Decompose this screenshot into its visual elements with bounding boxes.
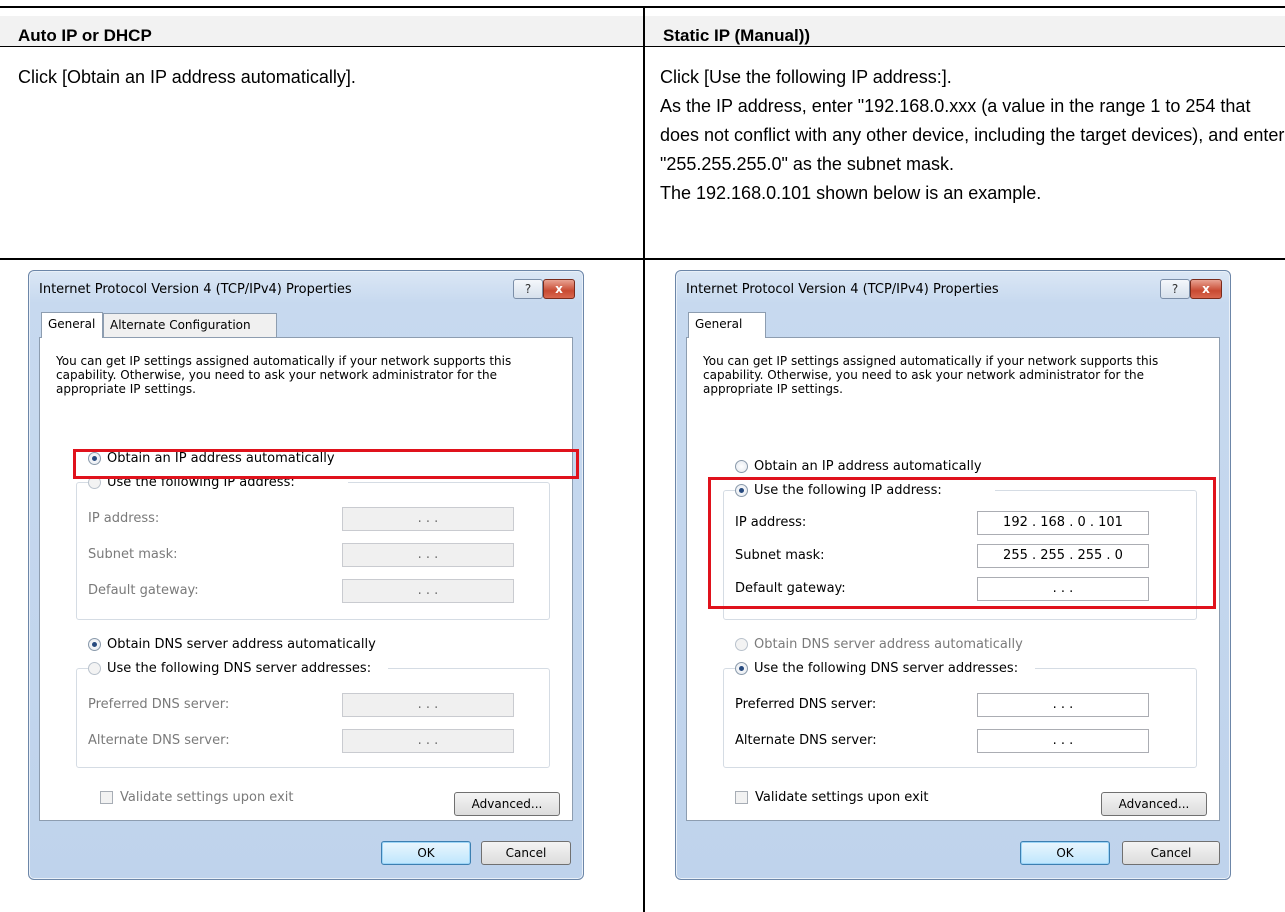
- obtain-dns-label: Obtain DNS server address automatically: [754, 637, 1023, 652]
- help-button[interactable]: ?: [513, 279, 543, 299]
- subnet-mask-label: Subnet mask:: [88, 547, 178, 562]
- cancel-button[interactable]: Cancel: [1122, 841, 1220, 865]
- header-auto-ip: Auto IP or DHCP: [0, 16, 643, 46]
- ip-address-label: IP address:: [88, 511, 160, 526]
- radio-indicator: [735, 662, 748, 675]
- header-static-ip: Static IP (Manual)): [645, 16, 1285, 46]
- dns-group: [723, 668, 1197, 768]
- radio-indicator: [88, 662, 101, 675]
- radio-indicator: [735, 638, 748, 651]
- tab-general[interactable]: General: [41, 312, 103, 338]
- radio-indicator: [735, 460, 748, 473]
- obtain-dns-label: Obtain DNS server address automatically: [107, 637, 376, 652]
- advanced-button[interactable]: Advanced...: [1101, 792, 1207, 816]
- ok-button[interactable]: OK: [1020, 841, 1110, 865]
- advanced-button[interactable]: Advanced...: [454, 792, 560, 816]
- close-icon: x: [1202, 282, 1210, 296]
- validate-checkbox[interactable]: [100, 791, 113, 804]
- alternate-dns-field[interactable]: . . .: [342, 729, 514, 753]
- title-bar: Internet Protocol Version 4 (TCP/IPv4) P…: [29, 271, 583, 305]
- help-button[interactable]: ?: [1160, 279, 1190, 299]
- document: Auto IP or DHCP Static IP (Manual)) Clic…: [0, 0, 1285, 912]
- tab-general[interactable]: General: [688, 312, 766, 338]
- description-line: As the IP address, enter "192.168.0.xxx …: [660, 96, 1285, 174]
- description-line: The 192.168.0.101 shown below is an exam…: [660, 183, 1042, 203]
- close-icon: x: [555, 282, 563, 296]
- description-auto-ip: Click [Obtain an IP address automaticall…: [18, 63, 628, 92]
- help-icon: ?: [524, 282, 532, 296]
- ip-address-field[interactable]: . . .: [342, 507, 514, 531]
- help-icon: ?: [1171, 282, 1179, 296]
- cancel-button[interactable]: Cancel: [481, 841, 571, 865]
- ok-button[interactable]: OK: [381, 841, 471, 865]
- dialog-title: Internet Protocol Version 4 (TCP/IPv4) P…: [686, 282, 999, 297]
- dns-group: [76, 668, 550, 768]
- description-static-ip: Click [Use the following IP address:]. A…: [660, 63, 1285, 208]
- highlight-obtain-ip: [73, 449, 579, 479]
- validate-label: Validate settings upon exit: [755, 790, 929, 805]
- use-dns-label: Use the following DNS server addresses:: [754, 661, 1019, 676]
- subnet-mask-field[interactable]: . . .: [342, 543, 514, 567]
- default-gateway-field[interactable]: . . .: [342, 579, 514, 603]
- close-button[interactable]: x: [1190, 279, 1222, 299]
- column-divider: [643, 6, 645, 912]
- ipv4-properties-dialog-auto: Internet Protocol Version 4 (TCP/IPv4) P…: [28, 270, 584, 880]
- use-dns-radio[interactable]: Use the following DNS server addresses:: [88, 660, 388, 678]
- default-gateway-label: Default gateway:: [88, 583, 199, 598]
- validate-label: Validate settings upon exit: [120, 790, 294, 805]
- general-panel: You can get IP settings assigned automat…: [39, 337, 573, 821]
- description-line: Click [Use the following IP address:].: [660, 67, 952, 87]
- alternate-dns-label: Alternate DNS server:: [735, 733, 877, 748]
- intro-text: You can get IP settings assigned automat…: [703, 354, 1159, 396]
- obtain-ip-label: Obtain an IP address automatically: [754, 459, 982, 474]
- validate-checkbox[interactable]: [735, 791, 748, 804]
- preferred-dns-label: Preferred DNS server:: [735, 697, 877, 712]
- title-bar: Internet Protocol Version 4 (TCP/IPv4) P…: [676, 271, 1230, 305]
- alternate-dns-label: Alternate DNS server:: [88, 733, 230, 748]
- preferred-dns-field[interactable]: . . .: [342, 693, 514, 717]
- preferred-dns-label: Preferred DNS server:: [88, 697, 230, 712]
- description-line: Click [Obtain an IP address automaticall…: [18, 67, 356, 87]
- use-dns-label: Use the following DNS server addresses:: [107, 661, 372, 676]
- dialog-title: Internet Protocol Version 4 (TCP/IPv4) P…: [39, 282, 352, 297]
- alternate-dns-field[interactable]: . . .: [977, 729, 1149, 753]
- preferred-dns-field[interactable]: . . .: [977, 693, 1149, 717]
- radio-indicator: [88, 638, 101, 651]
- tab-alternate-configuration[interactable]: Alternate Configuration: [103, 313, 277, 337]
- intro-text: You can get IP settings assigned automat…: [56, 354, 512, 396]
- highlight-static-ip: [708, 477, 1216, 609]
- use-dns-radio[interactable]: Use the following DNS server addresses:: [735, 660, 1035, 678]
- close-button[interactable]: x: [543, 279, 575, 299]
- ipv4-properties-dialog-static: Internet Protocol Version 4 (TCP/IPv4) P…: [675, 270, 1231, 880]
